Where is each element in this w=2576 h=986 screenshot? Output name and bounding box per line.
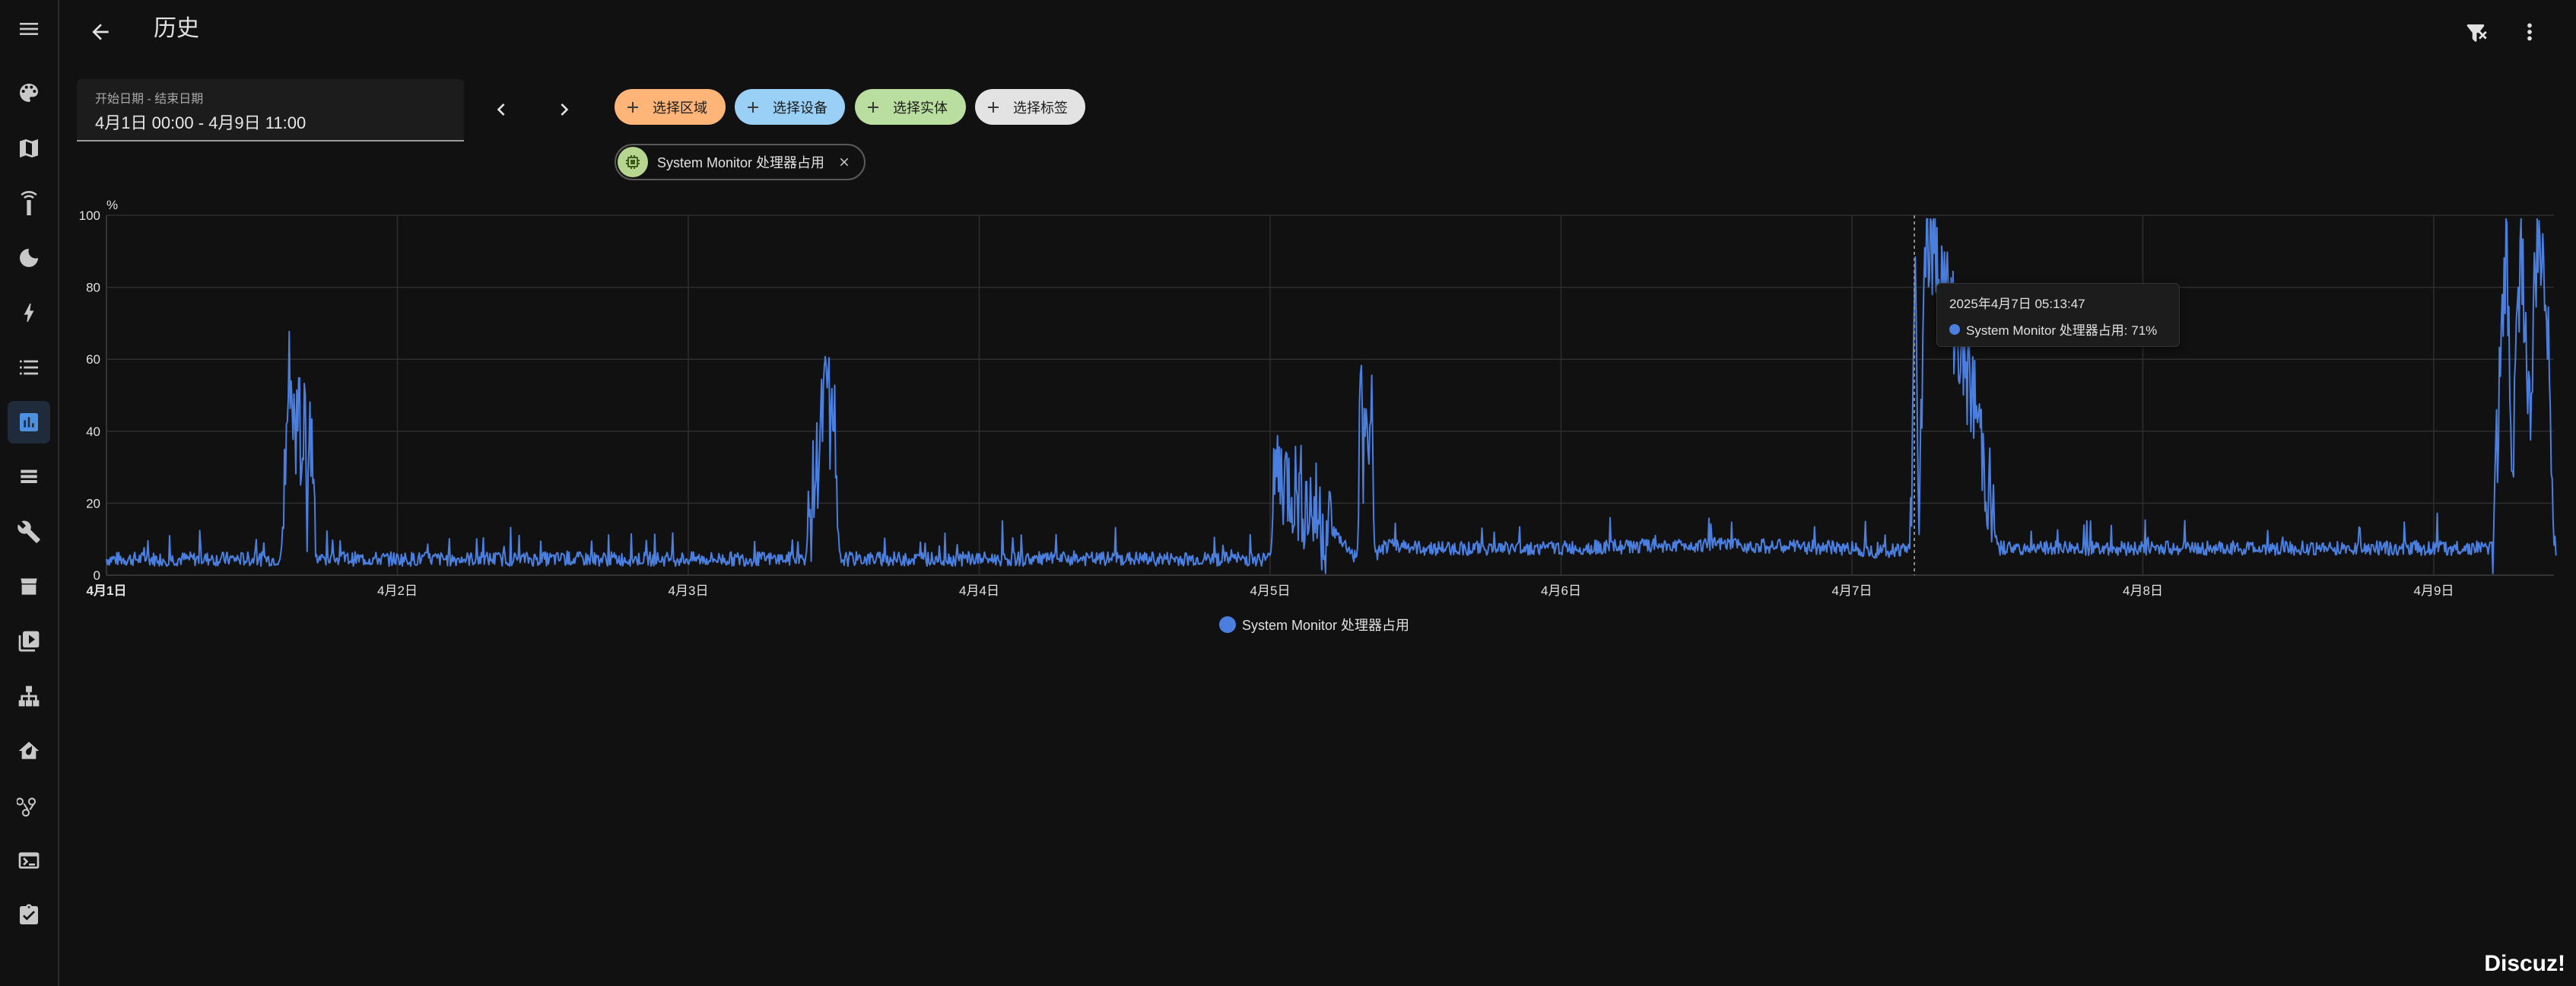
x-tick-label: 4月7日 <box>1832 584 1872 598</box>
chart-legend[interactable]: System Monitor 处理器占用 <box>1219 615 1409 635</box>
legend-series-label: System Monitor 处理器占用 <box>1242 618 1410 633</box>
y-tick-label: 60 <box>86 352 100 367</box>
y-tick-label: 40 <box>86 425 100 439</box>
x-tick-label: 4月8日 <box>2123 584 2163 598</box>
x-tick-label: 4月1日 <box>87 584 127 598</box>
tooltip-series-dot <box>1949 323 1960 335</box>
chart-tooltip: 2025年4月7日 05:13:47 System Monitor 处理器占用:… <box>1936 283 2180 347</box>
x-tick-label: 4月2日 <box>377 584 418 598</box>
y-tick-label: 100 <box>79 208 100 223</box>
y-tick-label: 0 <box>94 568 100 583</box>
watermark: Discuz! <box>2484 951 2565 976</box>
legend-series-dot <box>1219 616 1236 633</box>
series-cpu-usage <box>106 218 2557 574</box>
y-tick-label: 80 <box>86 281 100 295</box>
y-axis-unit: % <box>106 198 118 212</box>
x-tick-label: 4月5日 <box>1250 584 1291 598</box>
x-tick-label: 4月6日 <box>1541 584 1581 598</box>
x-axis: 4月1日 4月2日 4月3日 4月4日 4月5日 4月6日 4月7日 4月8日 4月9日 <box>87 584 2454 598</box>
tooltip-time: 2025年4月7日 05:13:47 <box>1949 297 2085 311</box>
x-tick-label: 4月3日 <box>669 584 709 598</box>
y-tick-label: 20 <box>86 496 100 510</box>
x-tick-label: 4月4日 <box>959 584 999 598</box>
history-chart[interactable]: 0 20 40 60 80 100 4月1日 4月2日 4月3日 4月4日 4月5日 4月6日 4月7… <box>0 0 2576 986</box>
tooltip-value: System Monitor 处理器占用: 71% <box>1966 323 2158 338</box>
chart-grid <box>106 215 2554 576</box>
y-axis: 0 20 40 60 80 100 <box>79 208 100 583</box>
series-line <box>106 218 2557 574</box>
x-tick-label: 4月9日 <box>2414 584 2454 598</box>
